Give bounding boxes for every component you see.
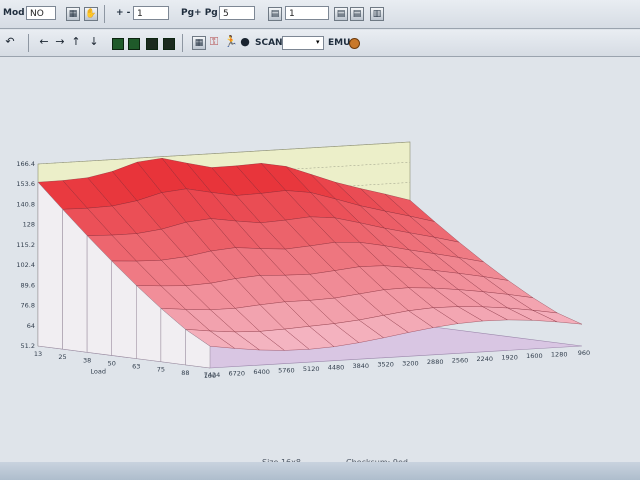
- taskbar: [0, 462, 640, 480]
- rpm-tick-label: 6400: [253, 368, 270, 376]
- chevron-down-icon[interactable]: ▾: [316, 38, 320, 46]
- hand-icon[interactable]: ✋: [84, 7, 98, 21]
- load-tick-label: 25: [58, 353, 66, 361]
- table-grid-icon[interactable]: ▥: [370, 7, 384, 21]
- rpm-tick-label: 3840: [353, 362, 370, 370]
- page-label: Pg+ Pg: [181, 8, 218, 18]
- table-view-icon[interactable]: ▦: [192, 36, 206, 50]
- x-axis-title: Load: [90, 368, 106, 376]
- emu-label: EMU: [328, 38, 351, 48]
- load-tick-label: 13: [34, 350, 42, 358]
- rpm-tick-label: 1920: [501, 353, 518, 361]
- rpm-tick-label: 2240: [477, 355, 494, 363]
- rpm-tick-label: 1280: [551, 350, 568, 358]
- arrow-right-icon[interactable]: →: [54, 35, 66, 49]
- load-tick-label: 88: [181, 369, 189, 377]
- z-tick-label: 115.2: [16, 241, 35, 249]
- grid-icon[interactable]: ▦: [66, 7, 80, 21]
- fill-column-icon[interactable]: [146, 38, 158, 50]
- lock-icon[interactable]: ⚿: [208, 35, 220, 49]
- main-toolbar: Mod NO ▦ ✋ + - 1 Pg+ Pg 5 ▤ 1 ▤ ▤ ▥: [0, 0, 640, 29]
- runner-icon[interactable]: 🏃: [224, 35, 238, 49]
- rpm-tick-label: 960: [578, 349, 590, 357]
- step-label: + -: [116, 8, 131, 18]
- arrow-left-icon[interactable]: ←: [38, 35, 50, 49]
- fill-block-icon[interactable]: [112, 38, 124, 50]
- z-tick-label: 102.4: [16, 261, 35, 269]
- table-copy-icon[interactable]: ▤: [334, 7, 348, 21]
- page-field[interactable]: 5: [219, 6, 255, 20]
- value-field[interactable]: 1: [285, 6, 329, 20]
- table-icon[interactable]: ▤: [268, 7, 282, 21]
- save-icon[interactable]: [163, 38, 175, 50]
- z-tick-label: 76.8: [21, 302, 35, 310]
- arrow-up-icon[interactable]: ↑: [70, 35, 82, 49]
- separator: [182, 34, 183, 52]
- fill-row-icon[interactable]: [128, 38, 140, 50]
- rpm-tick-label: 2880: [427, 358, 444, 366]
- surface-side-panel: [37, 181, 63, 350]
- secondary-toolbar: ↶ ← → ↑ ↓ ▦ ⚿ 🏃 ● SCAN ▾ EMU: [0, 30, 640, 57]
- surface-chart: 51.2 64 76.8 89.6 102.4 115.2 128 140.8 153.6 166…: [16, 141, 590, 380]
- undo-icon[interactable]: ↶: [4, 35, 16, 49]
- mod-label: Mod: [3, 8, 25, 18]
- rpm-tick-label: 3200: [402, 359, 419, 367]
- rpm-tick-label: 5120: [303, 365, 320, 373]
- separator: [28, 34, 29, 52]
- rpm-tick-label: 5760: [278, 367, 295, 375]
- separator: [104, 5, 105, 23]
- load-tick-label: 38: [83, 356, 91, 364]
- z-tick-label: 166.4: [16, 160, 35, 168]
- z-tick-label: 153.6: [16, 180, 35, 188]
- load-tick-label: 75: [157, 366, 165, 374]
- z-tick-label: 140.8: [16, 200, 35, 208]
- load-tick-label: 50: [108, 359, 116, 367]
- mod-field[interactable]: NO: [26, 6, 56, 20]
- z-tick-label: 51.2: [21, 342, 35, 350]
- record-icon[interactable]: ●: [239, 35, 251, 49]
- rpm-tick-label: 4480: [328, 364, 345, 372]
- rpm-tick-label: 3520: [377, 361, 394, 369]
- rpm-tick-label: 7424: [204, 371, 221, 379]
- table-paste-icon[interactable]: ▤: [350, 7, 364, 21]
- arrow-down-icon[interactable]: ↓: [88, 35, 100, 49]
- step-field[interactable]: 1: [133, 6, 169, 20]
- rpm-tick-label: 6720: [229, 370, 246, 378]
- scan-label: SCAN: [255, 38, 283, 48]
- rpm-tick-label: 2560: [452, 356, 469, 364]
- emu-status-icon[interactable]: [349, 38, 360, 49]
- z-tick-label: 89.6: [21, 281, 35, 289]
- z-tick-label: 128: [23, 221, 35, 229]
- load-tick-label: 63: [132, 363, 140, 371]
- rpm-tick-label: 1600: [526, 352, 543, 360]
- z-tick-label: 64: [27, 322, 35, 330]
